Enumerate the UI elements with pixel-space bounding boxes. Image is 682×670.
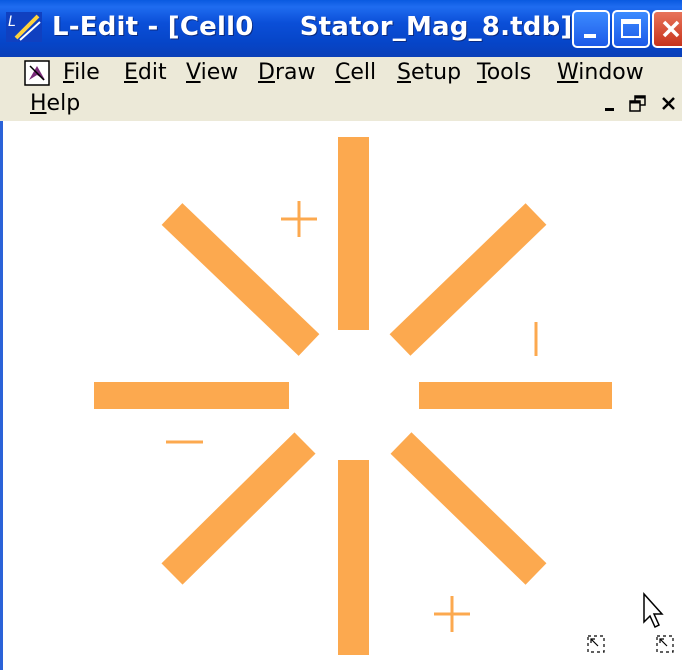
layout-canvas[interactable] bbox=[0, 121, 682, 670]
pole-southeast[interactable] bbox=[390, 432, 547, 585]
label-plus-top[interactable] bbox=[281, 201, 317, 237]
pole-north[interactable] bbox=[338, 137, 369, 330]
pole-west[interactable] bbox=[94, 382, 289, 409]
pole-northwest[interactable] bbox=[161, 203, 320, 356]
selection-handle-icon bbox=[656, 635, 674, 653]
selection-handle-icon bbox=[587, 635, 605, 653]
pole-east[interactable] bbox=[419, 382, 612, 409]
pole-south[interactable] bbox=[338, 460, 369, 655]
mouse-pointer-icon bbox=[643, 592, 664, 629]
pole-southwest[interactable] bbox=[161, 432, 316, 585]
pole-northeast[interactable] bbox=[389, 203, 547, 356]
stator-layout[interactable] bbox=[0, 0, 682, 670]
label-plus-bottom[interactable] bbox=[434, 596, 470, 632]
